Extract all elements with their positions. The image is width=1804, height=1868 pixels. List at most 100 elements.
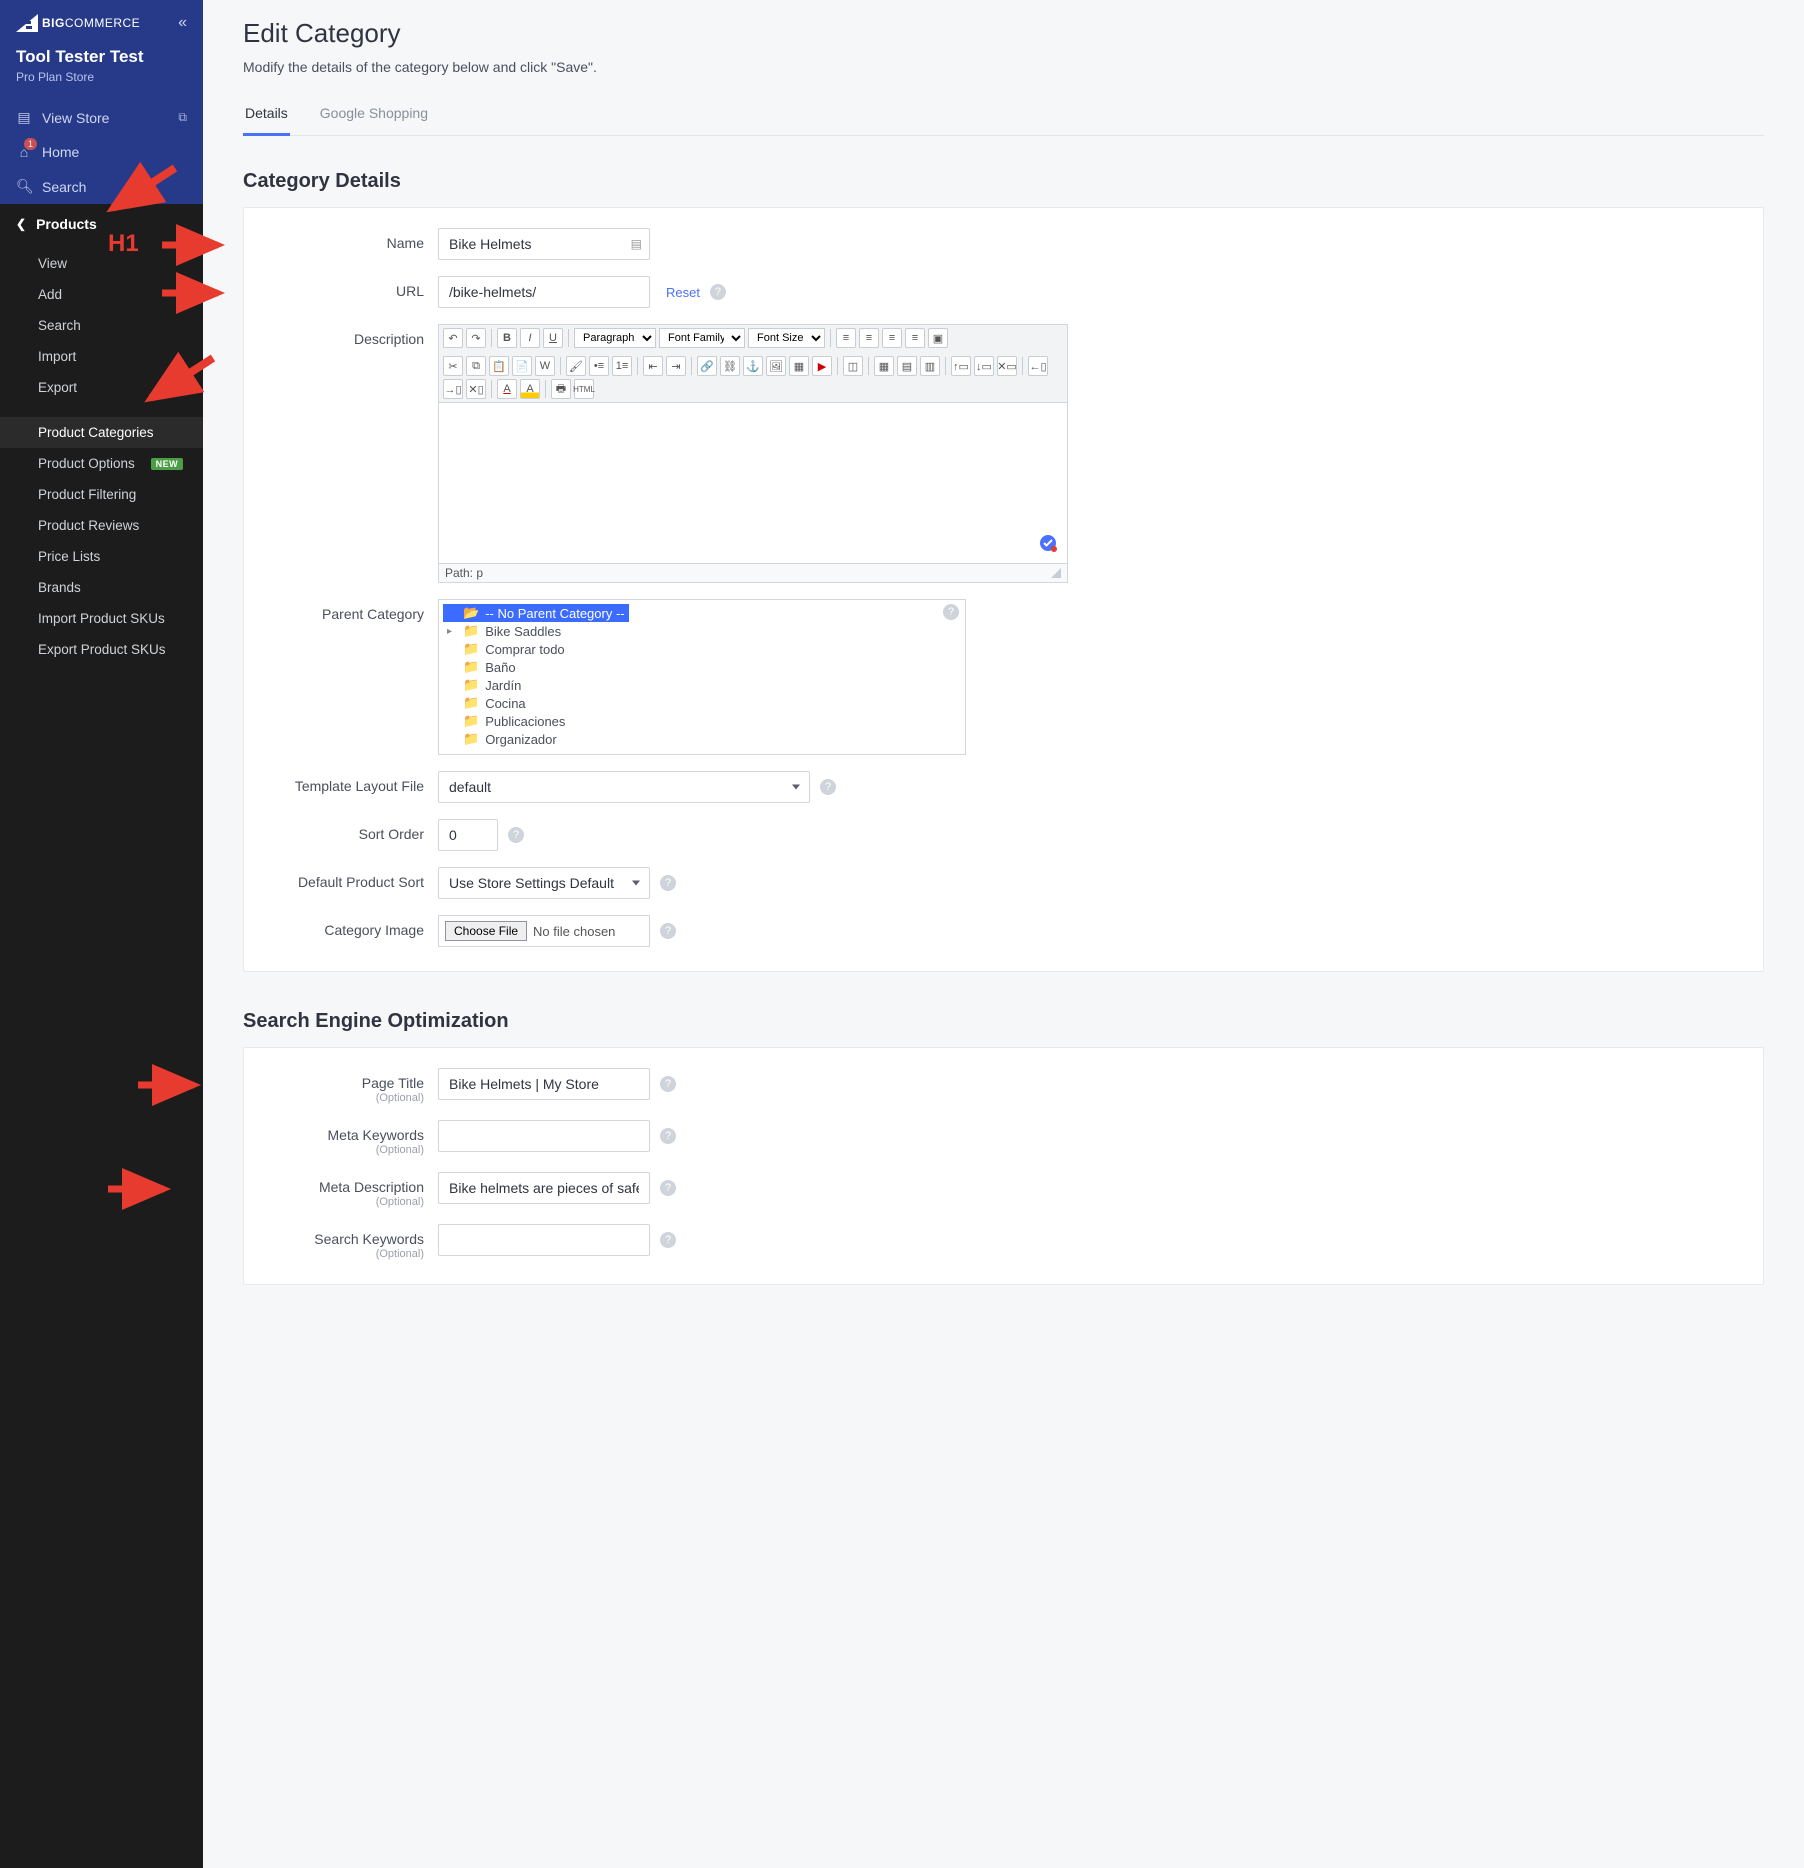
resize-handle-icon[interactable] (1051, 568, 1061, 578)
link-icon[interactable]: 🔗 (697, 356, 717, 376)
file-input[interactable]: Choose File No file chosen (438, 915, 650, 947)
col-before-icon[interactable]: ←▯ (1028, 356, 1048, 376)
media-icon[interactable]: ▦ (789, 356, 809, 376)
align-center-icon[interactable]: ≡ (859, 328, 879, 348)
submenu-price-lists[interactable]: Price Lists (0, 541, 203, 572)
tree-item[interactable]: ▸📁Bike Saddles (447, 622, 957, 640)
help-icon[interactable]: ? (660, 1180, 676, 1196)
row-before-icon[interactable]: ↑▭ (951, 356, 971, 376)
submenu-import-skus[interactable]: Import Product SKUs (0, 603, 203, 634)
align-justify-icon[interactable]: ≡ (905, 328, 925, 348)
fullscreen-icon[interactable]: ▣ (928, 328, 948, 348)
name-input[interactable] (438, 228, 650, 260)
help-icon[interactable]: ? (943, 604, 959, 620)
tree-item[interactable]: 📁Comprar todo (447, 640, 957, 658)
col-after-icon[interactable]: →▯ (443, 379, 463, 399)
submenu-import[interactable]: Import (0, 341, 203, 372)
tree-item[interactable]: 📁Organizador (447, 730, 957, 748)
redo-icon[interactable]: ↷ (466, 328, 486, 348)
tab-google-shopping[interactable]: Google Shopping (318, 105, 430, 135)
search-icon: 🔍︎ (16, 178, 32, 195)
undo-icon[interactable]: ↶ (443, 328, 463, 348)
tree-item-none[interactable]: 📂-- No Parent Category -- (443, 604, 629, 622)
page-title-input[interactable] (438, 1068, 650, 1100)
submenu-product-reviews[interactable]: Product Reviews (0, 510, 203, 541)
youtube-icon[interactable]: ▶ (812, 356, 832, 376)
font-family-select[interactable]: Font Family (659, 328, 745, 348)
help-icon[interactable]: ? (660, 875, 676, 891)
submenu-export-skus[interactable]: Export Product SKUs (0, 634, 203, 665)
number-list-icon[interactable]: 1≡ (612, 356, 632, 376)
description-editor[interactable]: ↶ ↷ B I U Paragraph Font Family Font Siz… (438, 324, 1068, 583)
cut-icon[interactable]: ✂ (443, 356, 463, 376)
html-icon[interactable]: HTML (574, 379, 594, 399)
tree-item[interactable]: 📁Baño (447, 658, 957, 676)
meta-keywords-input[interactable] (438, 1120, 650, 1152)
italic-icon[interactable]: I (520, 328, 540, 348)
help-icon[interactable]: ? (660, 1232, 676, 1248)
submenu-product-categories[interactable]: Product Categories (0, 417, 203, 448)
copy-icon[interactable]: ⧉ (466, 356, 486, 376)
bullet-list-icon[interactable]: •≡ (589, 356, 609, 376)
search-keywords-input[interactable] (438, 1224, 650, 1256)
submenu-brands[interactable]: Brands (0, 572, 203, 603)
font-size-select[interactable]: Font Size (748, 328, 825, 348)
tree-item[interactable]: 📁Cocina (447, 694, 957, 712)
unlink-icon[interactable]: ⛓ (720, 356, 740, 376)
underline-icon[interactable]: U (543, 328, 563, 348)
sidebar-section-header-products[interactable]: ❮ Products (0, 204, 203, 244)
sort-order-input[interactable] (438, 819, 498, 851)
label-page-title: Page Title(Optional) (268, 1068, 438, 1104)
row-props-icon[interactable]: ▤ (897, 356, 917, 376)
url-input[interactable] (438, 276, 650, 308)
default-sort-select[interactable]: Use Store Settings Default (438, 867, 650, 899)
submenu-search[interactable]: Search (0, 310, 203, 341)
print-icon[interactable]: 🖶 (551, 379, 571, 399)
image-icon[interactable]: 🖼 (766, 356, 786, 376)
outdent-icon[interactable]: ⇤ (643, 356, 663, 376)
tree-item[interactable]: 📁Publicaciones (447, 712, 957, 730)
clean-icon[interactable]: 🖌 (566, 356, 586, 376)
url-reset-link[interactable]: Reset (666, 285, 700, 300)
submenu-product-options[interactable]: Product Options NEW (0, 448, 203, 479)
paste-word-icon[interactable]: W (535, 356, 555, 376)
help-icon[interactable]: ? (660, 1128, 676, 1144)
tab-details[interactable]: Details (243, 105, 290, 136)
nav-search[interactable]: 🔍︎Search (0, 169, 203, 204)
collapse-sidebar-icon[interactable]: « (178, 14, 187, 32)
expand-icon[interactable]: ▸ (447, 626, 457, 637)
help-icon[interactable]: ? (820, 779, 836, 795)
paste-text-icon[interactable]: 📄 (512, 356, 532, 376)
help-icon[interactable]: ? (508, 827, 524, 843)
anchor-icon[interactable]: ⚓ (743, 356, 763, 376)
row-after-icon[interactable]: ↓▭ (974, 356, 994, 376)
submenu-product-filtering[interactable]: Product Filtering (0, 479, 203, 510)
editor-textarea[interactable] (439, 403, 1067, 563)
help-icon[interactable]: ? (660, 923, 676, 939)
indent-icon[interactable]: ⇥ (666, 356, 686, 376)
nav-home[interactable]: ⌂Home (0, 135, 203, 169)
nav-view-store[interactable]: ▤View Store⧉ (0, 100, 203, 135)
bg-color-icon[interactable]: A (520, 379, 540, 399)
text-color-icon[interactable]: A (497, 379, 517, 399)
tree-item[interactable]: 📁Jardín (447, 676, 957, 694)
table-icon[interactable]: ▦ (874, 356, 894, 376)
meta-description-input[interactable] (438, 1172, 650, 1204)
del-col-icon[interactable]: ✕▯ (466, 379, 486, 399)
help-icon[interactable]: ? (710, 284, 726, 300)
paragraph-select[interactable]: Paragraph (574, 328, 656, 348)
submenu-view[interactable]: View (0, 248, 203, 279)
help-icon[interactable]: ? (660, 1076, 676, 1092)
submenu-add[interactable]: Add (0, 279, 203, 310)
paste-icon[interactable]: 📋 (489, 356, 509, 376)
choose-file-button[interactable]: Choose File (445, 921, 527, 941)
template-select[interactable]: default (438, 771, 810, 803)
cell-props-icon[interactable]: ▥ (920, 356, 940, 376)
submenu-export[interactable]: Export (0, 372, 203, 403)
del-row-icon[interactable]: ✕▭ (997, 356, 1017, 376)
bold-icon[interactable]: B (497, 328, 517, 348)
parent-category-tree[interactable]: ? 📂-- No Parent Category -- ▸📁Bike Saddl… (438, 599, 966, 755)
align-left-icon[interactable]: ≡ (836, 328, 856, 348)
align-right-icon[interactable]: ≡ (882, 328, 902, 348)
popup-icon[interactable]: ◫ (843, 356, 863, 376)
